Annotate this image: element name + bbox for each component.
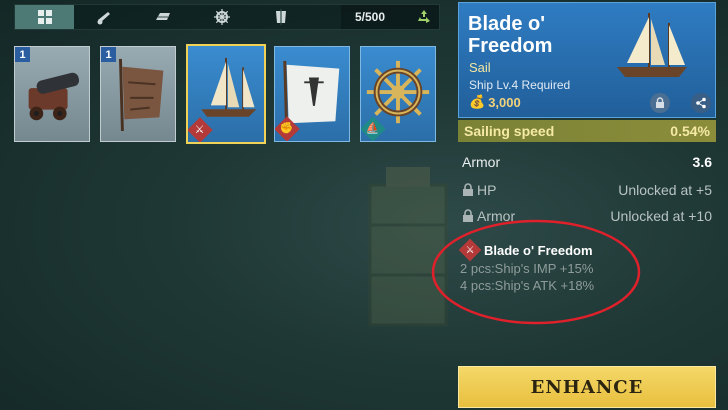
tab-hull[interactable] xyxy=(133,5,192,29)
locked-stat-value: Unlocked at +5 xyxy=(618,182,712,198)
stat-row-armor-locked: Armor Unlocked at +10 xyxy=(458,206,714,226)
sail-icon xyxy=(275,9,286,25)
inventory-count: 5/500 xyxy=(354,10,385,24)
coin-icon: 💰 xyxy=(469,94,486,109)
item-requirement: Ship Lv.4 Required xyxy=(469,78,571,92)
stat-label: Armor xyxy=(462,154,501,170)
main-stat-bar: Sailing speed 0.54% xyxy=(458,120,716,142)
item-price-value: 3,000 xyxy=(488,94,521,110)
set-bonus-block: ⚔ Blade o' Freedom 2 pcs:Ship's IMP +15%… xyxy=(458,238,640,294)
item-slot-helm[interactable]: ⛵ xyxy=(360,46,436,142)
item-slot-blade-sail[interactable]: ⚔ xyxy=(186,44,266,144)
item-type: Sail xyxy=(469,60,491,75)
item-slot-cannon[interactable]: 1 xyxy=(14,46,90,142)
main-stat-value: 0.54% xyxy=(670,123,710,139)
set-bonus-2pcs: 2 pcs:Ship's IMP +15% xyxy=(460,261,594,276)
sail-ship-icon xyxy=(617,13,687,77)
tab-sail[interactable] xyxy=(251,5,310,29)
recycle-icon[interactable] xyxy=(415,8,433,26)
locked-stat-label: Armor xyxy=(477,208,516,224)
item-header-card: Blade o' Freedom Sail Ship Lv.4 Required… xyxy=(458,2,716,118)
locked-stat-value: Unlocked at +10 xyxy=(610,208,712,224)
hull-icon xyxy=(155,13,170,20)
item-price: 💰 3,000 xyxy=(469,94,521,110)
item-title: Blade o' Freedom xyxy=(468,13,553,57)
item-detail-panel: Blade o' Freedom Sail Ship Lv.4 Required… xyxy=(456,0,718,410)
grid-icon xyxy=(37,10,52,24)
quantity-badge: 1 xyxy=(101,47,116,62)
set-bonus-4pcs: 4 pcs:Ship's ATK +18% xyxy=(460,278,595,293)
set-name: Blade o' Freedom xyxy=(484,242,593,258)
fist-icon: ✊ xyxy=(280,122,294,135)
sail-badge-icon: ⛵ xyxy=(366,122,380,135)
item-slot-white-sail[interactable]: ✊ xyxy=(274,46,350,142)
padlock-icon xyxy=(463,209,473,222)
item-slot-tattered-sail[interactable]: 1 xyxy=(100,46,176,142)
quantity-badge: 1 xyxy=(15,47,30,62)
stat-value: 3.6 xyxy=(692,154,712,170)
tab-cannon[interactable] xyxy=(74,5,133,29)
share-icon xyxy=(696,97,706,109)
main-stat-label: Sailing speed xyxy=(464,123,555,139)
tab-all[interactable] xyxy=(15,5,74,29)
locked-stat-label: HP xyxy=(477,182,497,198)
swords-icon: ⚔ xyxy=(465,244,475,256)
background-crate-icon xyxy=(368,167,448,327)
padlock-icon xyxy=(463,183,473,196)
stat-label: Armor xyxy=(462,208,515,224)
lock-item-button[interactable] xyxy=(650,93,670,113)
swords-icon: ⚔ xyxy=(195,123,205,136)
padlock-icon xyxy=(656,97,664,108)
stat-row-hp-locked: HP Unlocked at +5 xyxy=(458,180,714,200)
tab-helm[interactable] xyxy=(192,5,251,29)
set-badge-swords: ⚔ xyxy=(458,238,482,262)
cannon-icon xyxy=(97,12,110,25)
inventory-counter: 5/500 xyxy=(340,5,439,29)
set-name-row: ⚔ Blade o' Freedom xyxy=(458,238,640,262)
stat-row-armor: Armor 3.6 xyxy=(458,152,714,172)
category-tab-bar: 5/500 xyxy=(14,4,440,30)
share-button[interactable] xyxy=(691,93,711,113)
helm-icon xyxy=(213,9,230,25)
stat-label: HP xyxy=(462,182,496,198)
enhance-button[interactable]: ENHANCE xyxy=(458,366,716,408)
